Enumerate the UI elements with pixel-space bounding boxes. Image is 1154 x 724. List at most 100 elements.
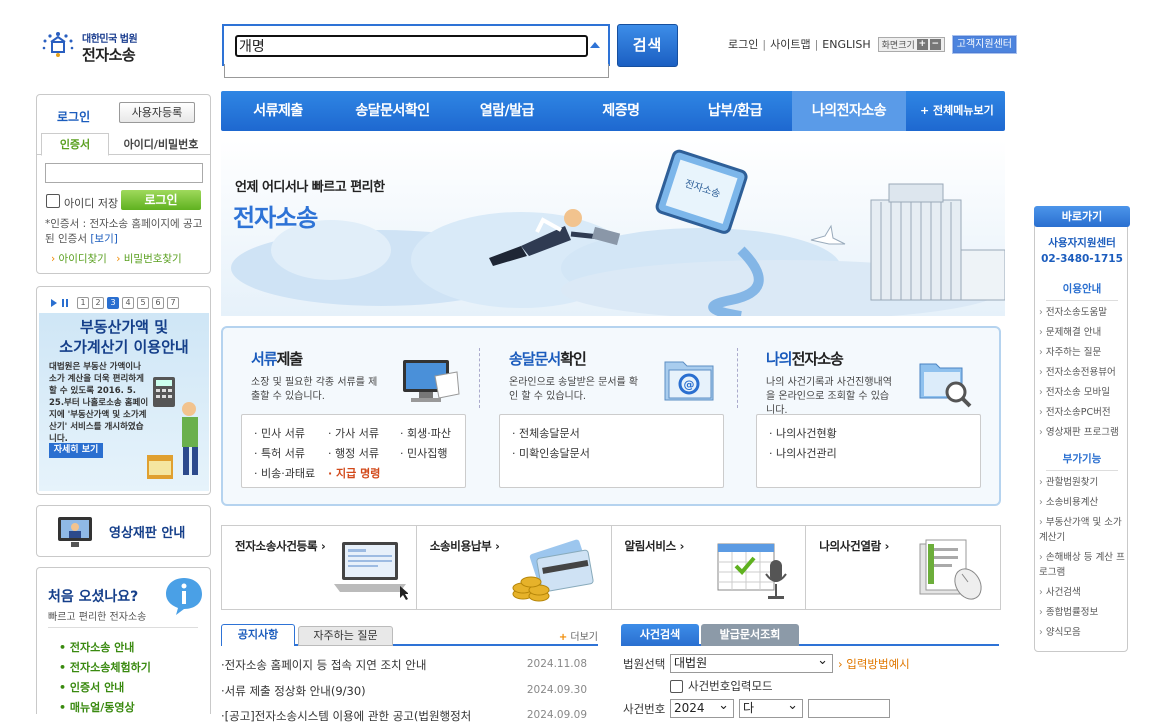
court-select[interactable]: 대법원 — [670, 652, 833, 673]
link-patent[interactable]: 특허 서류 — [254, 445, 305, 461]
link-family[interactable]: 가사 서류 — [328, 425, 379, 441]
hero-tagline: 언제 어디서나 빠르고 편리한 — [235, 180, 385, 195]
service-links-box: 나의사건현황 나의사건관리 — [756, 414, 981, 488]
tab-case-search[interactable]: 사건검색 — [621, 624, 699, 646]
play-icon[interactable] — [51, 299, 57, 307]
font-increase-button[interactable]: + — [916, 38, 928, 50]
quick-link[interactable]: 전자소송전용뷰어 — [1039, 365, 1127, 380]
link-execution[interactable]: 민사집행 — [400, 445, 447, 461]
autocomplete-dropdown — [224, 64, 609, 78]
quick-link[interactable]: 관할법원찾기 — [1039, 475, 1127, 490]
court-logo[interactable]: 대한민국 법원 전자소송 — [40, 28, 150, 68]
find-id-link[interactable]: 아이디찾기 — [59, 253, 107, 265]
link-my-case-manage[interactable]: 나의사건관리 — [769, 445, 837, 461]
case-number-mode-checkbox[interactable] — [670, 680, 683, 693]
font-decrease-button[interactable]: − — [929, 38, 941, 50]
register-button[interactable]: 사용자등록 — [119, 102, 195, 123]
nav-delivery-check[interactable]: 송달문서확인 — [335, 91, 450, 131]
promo-slide[interactable]: 부동산가액 및 소가계산기 이용안내 대법원은 부동산 가액이나 소가 계산을 더… — [39, 313, 209, 491]
video-trial-banner[interactable]: 영상재판 안내 — [36, 505, 211, 557]
banner-page[interactable]: 7 — [167, 297, 179, 309]
search-button[interactable]: 검색 — [617, 24, 678, 67]
quick-cost-payment[interactable]: 소송비용납부 — [417, 526, 612, 609]
case-type-select[interactable]: 다 — [739, 697, 803, 718]
nav-my-ecourt[interactable]: 나의전자소송 — [792, 91, 906, 131]
tab-faq[interactable]: 자주하는 질문 — [298, 626, 393, 646]
promo-more-button[interactable]: 자세히 보기 — [49, 443, 103, 458]
sitemap-link[interactable]: 사이트맵 — [770, 36, 810, 52]
quick-link[interactable]: 소송비용계산 — [1039, 495, 1127, 510]
quick-notification-service[interactable]: 알림서비스 — [612, 526, 807, 609]
nav-payment-refund[interactable]: 납부/환급 — [678, 91, 792, 131]
quick-link[interactable]: 손해배상 등 계산 프로그램 — [1039, 550, 1127, 580]
quick-link[interactable]: 전자소송도움말 — [1039, 305, 1127, 320]
pause-icon[interactable] — [62, 299, 68, 307]
input-example-link[interactable]: › 입력방법예시 — [838, 656, 910, 672]
service-title[interactable]: 서류제출 — [251, 348, 303, 369]
tab-issued-docs[interactable]: 발급문서조회 — [701, 624, 799, 646]
link-my-case-status[interactable]: 나의사건현황 — [769, 425, 837, 441]
tab-notices[interactable]: 공지사항 — [221, 624, 295, 646]
link-noncontentious[interactable]: 비송·과태료 — [254, 465, 315, 481]
first-visit-panel: 처음 오셨나요? 빠르고 편리한 전자소송 전자소송 안내 전자소송체험하기 인… — [36, 567, 211, 714]
login-button[interactable]: 로그인 — [121, 190, 201, 210]
support-center-info[interactable]: 사용자지원센터 02-3480-1715 — [1035, 235, 1129, 267]
link-rehabilitation[interactable]: 회생·파산 — [400, 425, 451, 441]
banner-page[interactable]: 2 — [92, 297, 104, 309]
notice-row[interactable]: ·서류 제출 정상화 안내(9/30) 2024.09.30 — [221, 683, 591, 699]
quick-link[interactable]: 양식모음 — [1039, 625, 1127, 640]
service-description: 온라인으로 송달받은 문서를 확인 할 수 있습니다. — [509, 377, 639, 402]
quick-case-registration[interactable]: 전자소송사건등록 — [222, 526, 417, 609]
quick-link[interactable]: 영상재판 프로그램 — [1039, 425, 1127, 440]
service-title[interactable]: 송달문서확인 — [509, 348, 587, 369]
computer-document-icon — [403, 360, 460, 402]
certificate-field[interactable] — [45, 163, 203, 183]
banner-page[interactable]: 5 — [137, 297, 149, 309]
quick-my-case-view[interactable]: 나의사건열람 — [806, 526, 1000, 609]
quick-link[interactable]: 종합법률정보 — [1039, 605, 1127, 620]
certificate-note: *인증서 : 전자소송 홈페이지에 공고된 인증서 [보기] — [45, 218, 203, 245]
link-civil[interactable]: 민사 서류 — [254, 425, 305, 441]
quick-link[interactable]: 전자소송 모바일 — [1039, 385, 1127, 400]
nav-certificate[interactable]: 제증명 — [564, 91, 678, 131]
quick-link[interactable]: 부동산가액 및 소가계산기 — [1039, 515, 1127, 545]
certificate-view-link[interactable]: [보기] — [90, 233, 118, 245]
notice-more-link[interactable]: + 더보기 — [559, 628, 598, 643]
card-coins-icon — [512, 539, 594, 602]
certificate-guide-link[interactable]: 인증서 안내 — [59, 678, 151, 698]
banner-page[interactable]: 6 — [152, 297, 164, 309]
find-password-link[interactable]: 비밀번호찾기 — [124, 253, 182, 265]
quick-link[interactable]: 전자소송PC버전 — [1039, 405, 1127, 420]
nav-document-submission[interactable]: 서류제출 — [221, 91, 335, 131]
link-payment-order[interactable]: 지급 명령 — [328, 465, 380, 481]
case-number-input[interactable] — [808, 699, 890, 718]
login-link[interactable]: 로그인 — [728, 36, 758, 52]
quick-link[interactable]: 자주하는 질문 — [1039, 345, 1127, 360]
notice-row[interactable]: ·[공고]전자소송시스템 이용에 관한 공고(법원행정처 2024.09.09 — [221, 708, 591, 724]
service-title[interactable]: 나의전자소송 — [766, 348, 844, 369]
tab-id-password[interactable]: 아이디/비밀번호 — [115, 135, 207, 155]
link-unconfirmed-delivery[interactable]: 미확인송달문서 — [512, 445, 590, 461]
autocomplete-toggle-icon[interactable] — [590, 42, 600, 48]
hero-illustration: 전자소송 — [221, 140, 1005, 316]
guide-link[interactable]: 전자소송 안내 — [59, 638, 151, 658]
case-year-select[interactable]: 2024 — [670, 697, 734, 718]
banner-page[interactable]: 1 — [77, 297, 89, 309]
nav-view-issue[interactable]: 열람/발급 — [450, 91, 564, 131]
banner-page-current[interactable]: 3 — [107, 297, 119, 309]
link-all-delivery[interactable]: 전체송달문서 — [512, 425, 580, 441]
link-administrative[interactable]: 행정 서류 — [328, 445, 379, 461]
tab-certificate[interactable]: 인증서 — [41, 133, 109, 156]
logo-title: 전자소송 — [82, 46, 136, 64]
quick-link[interactable]: 문제해결 안내 — [1039, 325, 1127, 340]
save-id-checkbox[interactable] — [46, 194, 60, 208]
experience-link[interactable]: 전자소송체험하기 — [59, 658, 151, 678]
english-link[interactable]: ENGLISH — [822, 38, 870, 51]
all-menu-link[interactable]: + 전체메뉴보기 — [906, 91, 994, 131]
banner-page[interactable]: 4 — [122, 297, 134, 309]
search-input[interactable] — [235, 35, 588, 57]
manual-video-link[interactable]: 매뉴얼/동영상 — [59, 698, 151, 718]
quick-link[interactable]: 사건검색 — [1039, 585, 1127, 600]
notice-row[interactable]: ·전자소송 홈페이지 등 접속 지연 조치 안내 2024.11.08 — [221, 657, 591, 673]
support-center-button[interactable]: 고객지원센터 — [951, 34, 1017, 54]
